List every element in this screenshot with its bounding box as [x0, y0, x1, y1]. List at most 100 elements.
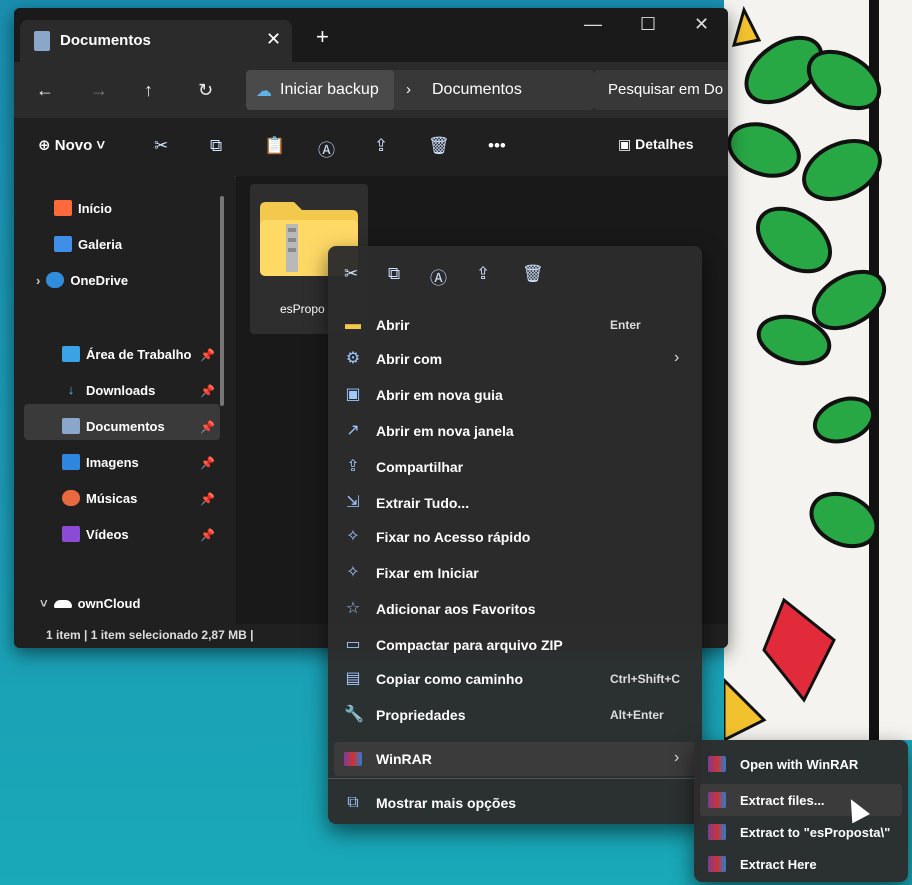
refresh-icon[interactable]: ↻ — [198, 80, 213, 101]
tab-documentos[interactable]: Documentos ✕ — [20, 20, 292, 62]
menu-item-copiar-caminho[interactable]: ▤ Copiar como caminho Ctrl+Shift+C — [328, 662, 702, 696]
video-icon — [62, 526, 80, 542]
sidebar-item-videos[interactable]: Vídeos — [62, 526, 129, 542]
cut-icon[interactable]: ✂ — [344, 264, 358, 284]
menu-item-abrir[interactable]: ▬ Abrir Enter — [328, 308, 702, 342]
copy-path-icon: ▤ — [345, 670, 361, 687]
back-icon[interactable]: ← — [36, 80, 54, 101]
winrar-icon — [708, 756, 726, 772]
paste-icon[interactable]: 📋 — [264, 136, 285, 156]
sidebar-item-musicas[interactable]: Músicas — [62, 490, 137, 506]
sidebar-item-label: Vídeos — [86, 526, 129, 542]
copy-icon[interactable]: ⧉ — [210, 136, 222, 156]
pin-icon: ✧ — [346, 564, 360, 581]
details-button[interactable]: ▣ Detalhes — [618, 136, 693, 153]
sidebar-item-imagens[interactable]: Imagens — [62, 454, 139, 470]
zip-icon: ▭ — [345, 636, 361, 653]
share-icon[interactable]: ⇪ — [374, 136, 388, 156]
close-window-button[interactable]: ✕ — [694, 14, 709, 35]
copy-icon[interactable]: ⧉ — [388, 264, 400, 284]
winrar-icon — [344, 752, 362, 766]
sidebar-item-label: Início — [78, 200, 112, 216]
minimize-button[interactable]: — — [584, 14, 602, 35]
breadcrumb-label: Iniciar backup — [280, 81, 379, 98]
more-options-icon: ⧉ — [347, 794, 359, 811]
menu-item-mostrar-mais-opcoes[interactable]: ⧉ Mostrar mais opções — [328, 786, 702, 820]
new-button[interactable]: ⊕ Novo ˅ — [38, 136, 105, 154]
new-label: Novo — [54, 137, 93, 154]
menu-item-winrar[interactable]: WinRAR › — [334, 742, 696, 776]
wallpaper-artwork — [724, 0, 912, 740]
share-icon[interactable]: ⇪ — [476, 264, 490, 284]
submenu-item-open-with-winrar[interactable]: Open with WinRAR — [694, 748, 908, 780]
menu-item-label: Adicionar aos Favoritos — [376, 601, 536, 617]
up-icon[interactable]: ↑ — [144, 80, 153, 101]
menu-item-shortcut: Alt+Enter — [610, 708, 664, 722]
extract-icon: ⇲ — [346, 494, 360, 511]
menu-item-abrir-em-nova-guia[interactable]: ▣ Abrir em nova guia — [328, 378, 702, 412]
star-icon: ☆ — [345, 600, 361, 617]
menu-item-extrair-tudo[interactable]: ⇲ Extrair Tudo... — [328, 486, 702, 520]
submenu-item-label: Extract files... — [740, 793, 825, 808]
pin-icon: 📌 — [200, 384, 215, 398]
cloud-icon — [46, 272, 65, 288]
document-icon — [62, 418, 80, 434]
submenu-item-extract-to-folder[interactable]: Extract to "esProposta\" — [694, 816, 908, 848]
context-menu: ✂ ⧉ Ⓐ ⇪ 🗑 ▬ Abrir Enter ⚙ Abrir com › ▣ … — [328, 246, 702, 824]
menu-item-adicionar-favoritos[interactable]: ☆ Adicionar aos Favoritos — [328, 592, 702, 626]
status-text: 1 item | 1 item selecionado 2,87 MB | — [46, 628, 254, 642]
sidebar-item-area-de-trabalho[interactable]: Área de Trabalho — [62, 346, 191, 362]
winrar-icon — [708, 856, 726, 872]
cloud-icon — [53, 599, 72, 608]
delete-icon[interactable]: 🗑 — [428, 136, 450, 156]
close-tab-icon[interactable]: ✕ — [266, 29, 281, 50]
delete-icon[interactable]: 🗑 — [522, 264, 544, 284]
winrar-submenu: Open with WinRAR Extract files... Extrac… — [694, 740, 908, 882]
rename-icon[interactable]: Ⓐ — [318, 136, 335, 161]
more-icon[interactable]: ••• — [488, 136, 506, 156]
desktop-icon — [62, 346, 80, 362]
address-bar[interactable]: ☁ Iniciar backup › Documentos — [246, 70, 594, 110]
breadcrumb-documentos[interactable]: Documentos — [432, 81, 522, 99]
sidebar-item-documentos[interactable]: Documentos — [62, 418, 165, 434]
maximize-button[interactable]: ☐ — [640, 14, 656, 35]
menu-item-label: Compactar para arquivo ZIP — [376, 637, 563, 653]
search-input[interactable]: Pesquisar em Do — [594, 70, 728, 110]
sidebar-item-label: Imagens — [86, 454, 139, 470]
download-icon: ↓ — [67, 382, 75, 397]
sidebar-scrollbar[interactable] — [220, 196, 224, 406]
sidebar-item-inicio[interactable]: Início — [54, 200, 112, 216]
menu-item-shortcut: Ctrl+Shift+C — [610, 672, 681, 686]
command-bar: ⊕ Novo ˅ ✂ ⧉ 📋 Ⓐ ⇪ 🗑 ••• ▣ Detalhes — [14, 118, 728, 177]
pin-icon: 📌 — [200, 492, 215, 506]
sidebar-item-downloads[interactable]: ↓ Downloads — [62, 382, 156, 398]
open-with-icon: ⚙ — [345, 350, 361, 367]
submenu-item-extract-here[interactable]: Extract Here — [694, 848, 908, 880]
wrench-icon: 🔧 — [344, 706, 364, 723]
navigation-bar: ← → ↑ ↻ ☁ Iniciar backup › Documentos Pe… — [14, 62, 728, 118]
menu-item-fixar-em-iniciar[interactable]: ✧ Fixar em Iniciar — [328, 556, 702, 590]
menu-item-label: Compartilhar — [376, 459, 464, 475]
sidebar-item-onedrive[interactable]: › OneDrive — [36, 272, 128, 288]
forward-icon[interactable]: → — [90, 80, 108, 101]
menu-item-compactar-zip[interactable]: ▭ Compactar para arquivo ZIP — [328, 628, 702, 662]
new-tab-button[interactable]: + — [316, 24, 329, 50]
sidebar-item-label: Galeria — [78, 236, 123, 252]
sidebar-item-owncloud[interactable]: ˅ ownCloud — [40, 596, 140, 611]
new-tab-icon: ▣ — [345, 386, 361, 403]
menu-item-abrir-em-nova-janela[interactable]: ↗ Abrir em nova janela — [328, 414, 702, 448]
images-icon — [62, 454, 80, 470]
menu-item-abrir-com[interactable]: ⚙ Abrir com › — [328, 342, 702, 376]
submenu-item-extract-files[interactable]: Extract files... — [694, 784, 908, 816]
winrar-icon — [708, 792, 726, 808]
menu-item-propriedades[interactable]: 🔧 Propriedades Alt+Enter — [328, 698, 702, 732]
menu-item-label: Abrir com — [376, 351, 443, 367]
breadcrumb-iniciar-backup[interactable]: ☁ Iniciar backup — [246, 70, 394, 110]
menu-item-fixar-acesso-rapido[interactable]: ✧ Fixar no Acesso rápido — [328, 520, 702, 554]
rename-icon[interactable]: Ⓐ — [430, 264, 447, 289]
menu-item-compartilhar[interactable]: ⇪ Compartilhar — [328, 450, 702, 484]
sidebar-item-galeria[interactable]: Galeria — [54, 236, 122, 252]
cut-icon[interactable]: ✂ — [154, 136, 168, 156]
file-name: esPropo — [280, 302, 325, 316]
share-icon: ⇪ — [346, 458, 360, 475]
